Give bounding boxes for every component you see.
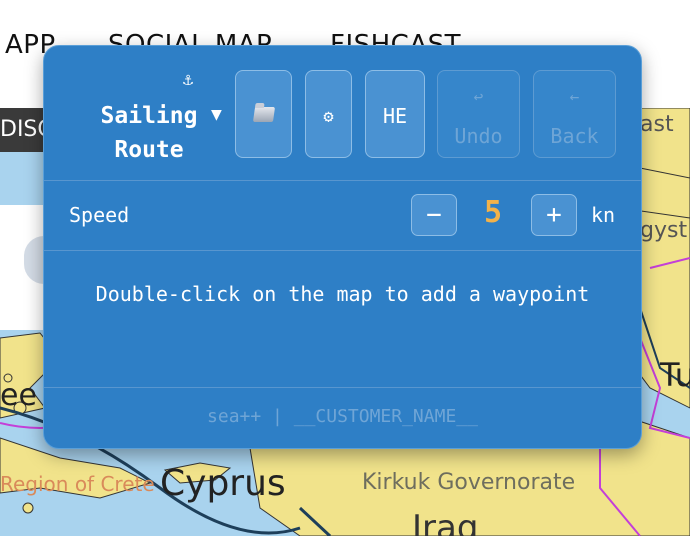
route-title-line1: Sailing [100, 103, 198, 129]
map-label-east: ast [640, 112, 674, 137]
speed-row: Speed − 5 + kn [44, 181, 641, 251]
open-folder-button[interactable] [235, 70, 292, 158]
map-label-tu: Tu [660, 356, 690, 394]
back-label: Back [550, 124, 599, 148]
speed-unit: kn [591, 203, 616, 227]
route-mode-selector[interactable]: Sailing Route [84, 99, 214, 167]
language-label: HE [382, 104, 408, 128]
back-button[interactable]: ← Back [533, 70, 616, 158]
folder-icon [252, 107, 276, 122]
instruction-message: Double-click on the map to add a waypoin… [95, 282, 590, 306]
map-label-kirkuk: Kirkuk Governorate [362, 470, 576, 495]
map-label-cyprus: Cyprus [160, 463, 286, 504]
footer-text: sea++ | __CUSTOMER_NAME__ [207, 406, 478, 427]
map-label-gyst: gyst [640, 218, 688, 243]
speed-label: Speed [69, 203, 130, 227]
speed-value: 5 [483, 195, 503, 230]
speed-decrease-button[interactable]: − [411, 194, 457, 236]
route-title-line2: Route [114, 137, 184, 163]
sailing-route-panel: ⚓ Sailing Route ▼ ⚙ HE ↩ Undo ← Back Spe… [43, 45, 642, 449]
language-button[interactable]: HE [365, 70, 425, 158]
map-label-iraq: Iraq [412, 508, 479, 536]
undo-button[interactable]: ↩ Undo [437, 70, 520, 158]
map-label-ee: ee [0, 378, 37, 413]
discover-tab[interactable]: DISCO [0, 108, 46, 152]
panel-footer: sea++ | __CUSTOMER_NAME__ [44, 387, 641, 448]
undo-label: Undo [454, 124, 503, 148]
anchor-icon: ⚓ [183, 70, 194, 90]
speed-increase-button[interactable]: + [531, 194, 577, 236]
back-arrow-icon: ← [569, 87, 580, 106]
panel-header: ⚓ Sailing Route ▼ ⚙ HE ↩ Undo ← Back [44, 46, 641, 181]
settings-button[interactable]: ⚙ [305, 70, 352, 158]
map-label-crete: Region of Crete [0, 472, 155, 496]
gear-icon: ⚙ [323, 107, 334, 127]
undo-icon: ↩ [473, 87, 484, 106]
dropdown-arrow-icon[interactable]: ▼ [211, 104, 222, 125]
